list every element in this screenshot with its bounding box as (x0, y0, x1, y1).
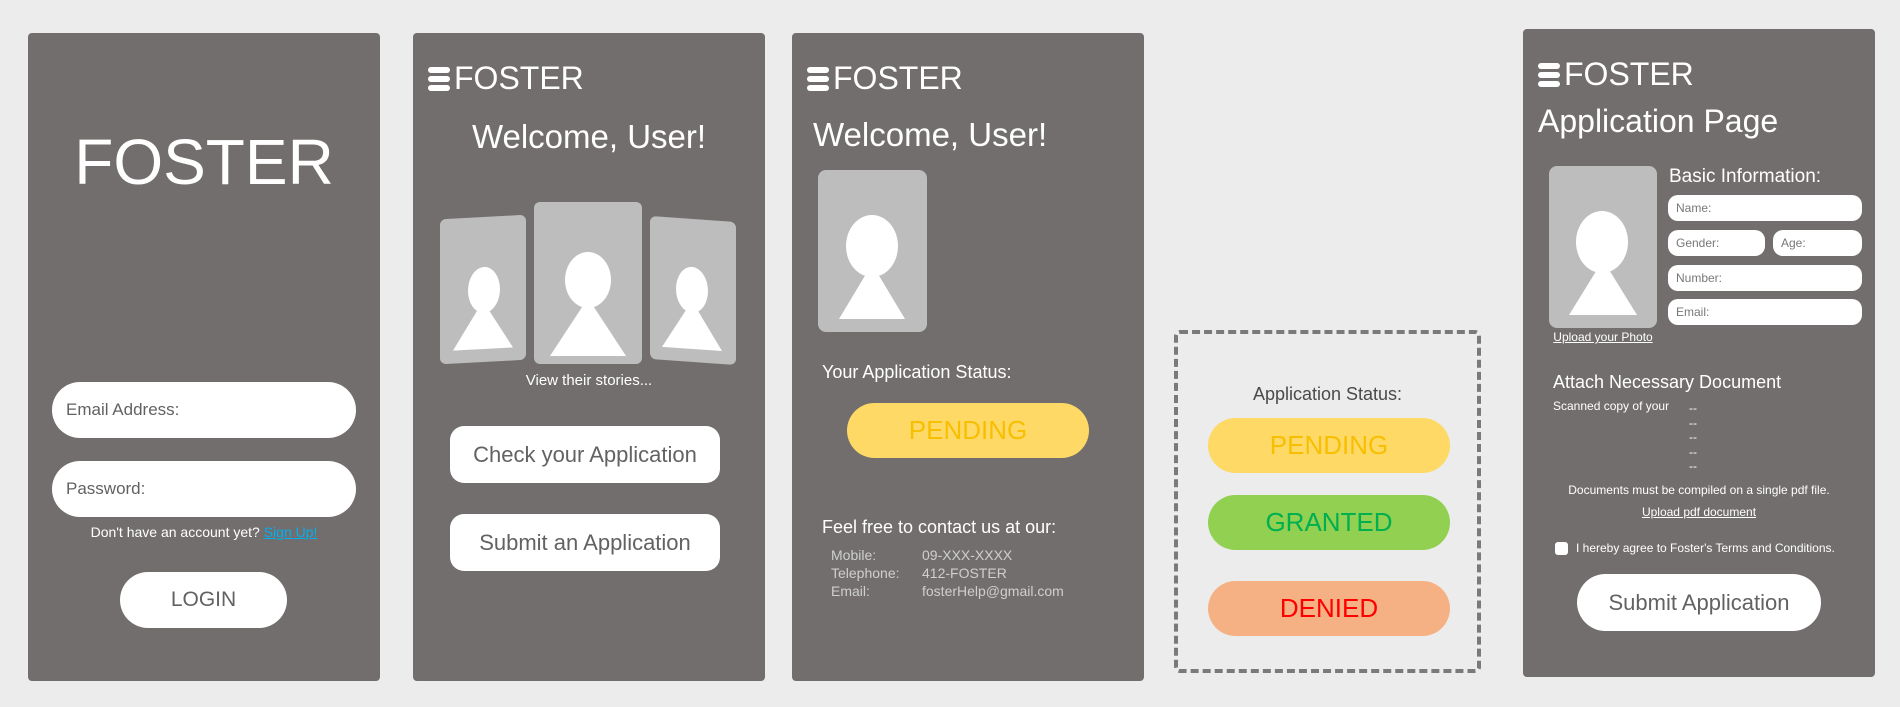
document-item: -- (1689, 459, 1697, 473)
check-application-button[interactable]: Check your Application (450, 426, 720, 483)
document-item: -- (1689, 444, 1697, 459)
status-screen: FOSTER Welcome, User! Your Application S… (792, 33, 1144, 681)
brand-name: FOSTER (454, 60, 584, 96)
status-label: Your Application Status: (822, 362, 1012, 382)
brand-name: FOSTER (1564, 56, 1694, 92)
home-screen: FOSTER Welcome, User! View their stories… (413, 33, 765, 681)
user-photo (818, 170, 927, 332)
legend-denied: DENIED (1208, 581, 1450, 636)
contact-row-telephone: Telephone: 412-FOSTER (831, 565, 1007, 581)
age-field[interactable]: Age: (1773, 230, 1862, 256)
terms-checkbox[interactable] (1555, 541, 1568, 555)
signup-link[interactable]: Sign Up! (264, 524, 318, 540)
contact-heading: Feel free to contact us at our: (822, 517, 1057, 537)
menu-icon[interactable] (428, 66, 450, 91)
document-item: -- (1689, 430, 1697, 444)
document-item: -- (1689, 401, 1697, 415)
legend-pending: PENDING (1208, 418, 1450, 473)
upload-photo-link[interactable]: Upload your Photo (1549, 330, 1657, 344)
gender-field[interactable]: Gender: (1668, 230, 1765, 256)
story-photo-right[interactable] (650, 215, 736, 366)
scanned-label: Scanned copy of your (1553, 399, 1670, 413)
terms-row: I hereby agree to Foster's Terms and Con… (1555, 541, 1835, 555)
basic-info-heading: Basic Information: (1669, 166, 1822, 187)
upload-pdf-link[interactable]: Upload pdf document (1523, 505, 1875, 519)
pdf-note: Documents must be compiled on a single p… (1568, 483, 1830, 497)
welcome-heading: Welcome, User! (471, 118, 707, 155)
signup-row: Don't have an account yet? Sign Up! (28, 524, 380, 540)
password-input[interactable]: Password: (52, 461, 356, 517)
story-photo-left[interactable] (440, 214, 526, 365)
legend-title: Application Status: (1252, 384, 1403, 404)
terms-label: I hereby agree to Foster's Terms and Con… (1576, 541, 1835, 555)
name-field[interactable]: Name: (1668, 195, 1862, 221)
email-field[interactable]: Email: (1668, 299, 1862, 325)
story-photo-center[interactable] (534, 202, 642, 364)
welcome-heading: Welcome, User! (813, 116, 1048, 153)
brand-header: FOSTER (807, 60, 963, 97)
applicant-photo[interactable] (1549, 166, 1657, 328)
menu-icon[interactable] (807, 66, 829, 91)
login-button[interactable]: LOGIN (120, 572, 287, 628)
submit-application-button[interactable]: Submit an Application (450, 514, 720, 571)
brand-header: FOSTER (1538, 56, 1694, 93)
application-screen: FOSTER Application Page Upload your Phot… (1523, 29, 1875, 677)
document-item: -- (1689, 415, 1697, 430)
attach-heading: Attach Necessary Document (1553, 372, 1782, 392)
number-field[interactable]: Number: (1668, 265, 1862, 291)
brand-header: FOSTER (428, 60, 584, 97)
document-list: -- -- -- -- -- (1689, 401, 1697, 474)
status-pending-badge: PENDING (847, 403, 1089, 458)
submit-application-button[interactable]: Submit Application (1577, 574, 1821, 631)
page-title: Application Page (1538, 103, 1779, 139)
login-screen: FOSTER Email Address: Password: Don't ha… (28, 33, 380, 681)
login-logo: FOSTER (74, 126, 334, 198)
contact-list: Mobile: 09-XXX-XXXX Telephone: 412-FOSTE… (831, 546, 1064, 600)
email-input[interactable]: Email Address: (52, 382, 356, 438)
contact-row-email: Email: fosterHelp@gmail.com (831, 583, 1064, 599)
legend-granted: GRANTED (1208, 495, 1450, 550)
status-legend: Application Status: PENDING GRANTED DENI… (1174, 330, 1481, 673)
brand-name: FOSTER (833, 60, 963, 96)
stories-caption[interactable]: View their stories... (413, 372, 765, 389)
menu-icon[interactable] (1538, 62, 1560, 87)
contact-row-mobile: Mobile: 09-XXX-XXXX (831, 547, 1013, 563)
signup-prompt: Don't have an account yet? (90, 524, 260, 540)
